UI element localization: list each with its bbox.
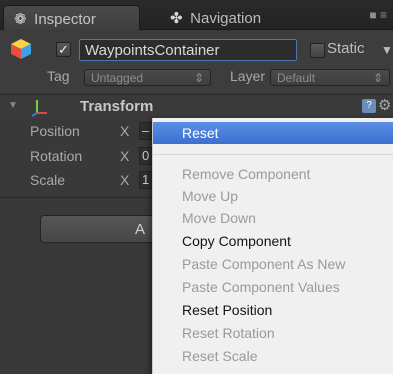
transform-header[interactable]: ▼ Transform ? ⚙ [0,94,393,118]
static-checkbox[interactable] [310,43,325,58]
menu-item-remove-component[interactable]: Remove Component [153,163,393,185]
layer-dropdown-value: Default [277,71,316,85]
rotation-label: Rotation [30,148,83,164]
menu-item-paste-component-as-new[interactable]: Paste Component As New [153,253,393,275]
object-name-field[interactable]: WaypointsContainer [79,39,297,61]
tab-bar: ❁ Inspector ✤ Navigation ■ ≡ [0,0,393,30]
transform-title: Transform [80,98,154,115]
transform-axis-icon [31,100,47,117]
static-label: Static [327,40,365,57]
position-label: Position [30,123,80,139]
active-checkbox[interactable]: ✓ [56,42,71,57]
add-component-button[interactable]: A [40,215,160,243]
tab-inspector-label: Inspector [34,11,96,28]
gameobject-cube-icon [11,39,31,59]
chevron-updown-icon: ⇕ [193,71,204,85]
info-icon: ❁ [14,11,27,28]
navigation-icon: ✤ [170,10,183,27]
chevron-updown-icon: ⇕ [372,71,383,85]
lock-menu-icon[interactable]: ■ ≡ [369,8,387,22]
static-dropdown-arrow-icon[interactable]: ▼ [381,43,393,57]
tag-dropdown[interactable]: Untagged ⇕ [84,69,211,86]
menu-separator [153,154,393,155]
menu-item-move-down[interactable]: Move Down [153,207,393,229]
inspector-window: ❁ Inspector ✤ Navigation ■ ≡ ✓ Waypoints… [0,0,393,374]
scale-x-label[interactable]: X [120,172,129,188]
position-x-label[interactable]: X [120,123,129,139]
add-component-label: A [135,221,146,238]
position-x-field[interactable]: – [139,122,153,140]
scale-x-field[interactable]: 1 [139,171,153,189]
layer-label: Layer [230,68,266,84]
menu-item-move-up[interactable]: Move Up [153,185,393,207]
scale-label: Scale [30,172,66,188]
tab-navigation-label: Navigation [190,10,262,27]
tag-label: Tag [47,68,70,84]
gear-icon[interactable]: ⚙ [378,96,391,114]
tag-dropdown-value: Untagged [91,71,144,85]
menu-item-reset-position[interactable]: Reset Position [153,299,393,321]
context-menu: Reset Remove Component Move Up Move Down… [152,118,393,374]
menu-item-copy-component[interactable]: Copy Component [153,230,393,252]
menu-item-reset[interactable]: Reset [153,122,393,144]
menu-item-reset-rotation[interactable]: Reset Rotation [153,322,393,344]
menu-item-paste-component-values[interactable]: Paste Component Values [153,276,393,298]
tab-navigation[interactable]: ✤ Navigation [160,5,320,30]
object-header: ✓ WaypointsContainer Static ▼ Tag Untagg… [0,31,393,93]
layer-dropdown[interactable]: Default ⇕ [270,69,390,86]
help-icon[interactable]: ? [362,99,376,113]
foldout-arrow-icon[interactable]: ▼ [8,100,18,111]
tab-inspector[interactable]: ❁ Inspector [3,5,140,30]
rotation-x-label[interactable]: X [120,148,129,164]
rotation-x-field[interactable]: 0 [139,147,153,165]
menu-item-reset-scale[interactable]: Reset Scale [153,345,393,367]
